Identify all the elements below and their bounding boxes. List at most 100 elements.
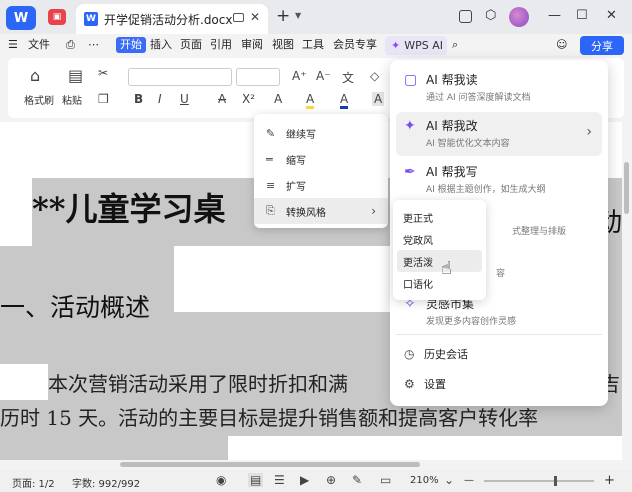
ai-read-item[interactable]: ▢ AI 帮我读 通过 AI 问答深度解读文档 xyxy=(396,66,602,110)
history-link[interactable]: ◷ 历史会话 xyxy=(404,346,468,362)
zoom-out-button[interactable]: — xyxy=(464,475,474,486)
zoom-slider[interactable] xyxy=(484,476,594,486)
save-icon[interactable]: ⎙ xyxy=(66,37,75,53)
scroll-thumb[interactable] xyxy=(120,462,420,467)
horizontal-scrollbar[interactable] xyxy=(0,460,632,470)
menu-insert[interactable]: 插入 xyxy=(150,37,172,53)
ai-edit-item[interactable]: ✦ AI 帮我改 AI 智能优化文本内容 › xyxy=(396,112,602,156)
ai-item-desc: 发现更多内容创作灵感 xyxy=(426,317,517,327)
zoom-level[interactable]: 210% xyxy=(410,475,439,486)
menu-item-shorten[interactable]: ═ 缩写 xyxy=(254,146,388,172)
edit-ai-icon: ✦ xyxy=(404,118,416,134)
menu-page[interactable]: 页面 xyxy=(180,37,202,53)
word-count[interactable]: 字数: 992/992 xyxy=(72,475,140,490)
style-lively[interactable]: 更活泼 xyxy=(397,250,482,272)
menu-item-label: 转换风格 xyxy=(286,207,326,219)
vertical-scrollbar[interactable] xyxy=(622,122,632,460)
document-title: **儿童学习桌 xyxy=(32,190,226,228)
avatar[interactable] xyxy=(509,7,529,27)
decrease-font-icon[interactable]: A⁻ xyxy=(316,69,331,83)
paste-button[interactable]: 粘贴 xyxy=(62,92,82,107)
italic-button[interactable]: I xyxy=(158,92,162,106)
wps-ai-icon: ✦ xyxy=(391,39,401,52)
page-view-icon[interactable]: ▤ xyxy=(248,473,264,487)
ai-write-item[interactable]: ✒ AI 帮我写 AI 根据主题创作，如生成大纲 xyxy=(396,158,602,202)
menu-view[interactable]: 视图 xyxy=(272,37,294,53)
zoom-in-button[interactable]: + xyxy=(604,473,615,488)
font-size-select[interactable] xyxy=(236,68,280,86)
close-window-icon[interactable]: ✕ xyxy=(606,8,617,23)
format-painter-button[interactable]: 格式刷 xyxy=(24,92,54,107)
pdf-app-icon[interactable]: ▣ xyxy=(48,9,66,25)
style-colloquial[interactable]: 口语化 xyxy=(397,272,482,294)
char-shading-button[interactable]: A xyxy=(372,92,385,106)
format-painter-icon[interactable]: ⌂ xyxy=(30,66,40,85)
search-icon[interactable]: ⌕ xyxy=(452,37,458,53)
zoom-slider-handle[interactable] xyxy=(554,476,557,486)
style-submenu: 更正式 党政风 更活泼 口语化 xyxy=(393,200,486,300)
ai-item-title: AI 帮我读 xyxy=(426,73,478,87)
menu-file[interactable]: 文件 xyxy=(28,37,50,53)
wps-ai-button[interactable]: ✦ WPS AI xyxy=(385,36,447,55)
minimize-icon[interactable]: — xyxy=(548,8,561,23)
maximize-icon[interactable]: ☐ xyxy=(576,8,588,23)
paste-icon[interactable]: ▤ xyxy=(68,66,83,85)
scroll-thumb[interactable] xyxy=(624,162,629,214)
outline-view-icon[interactable]: ☰ xyxy=(274,473,285,487)
menu-item-expand[interactable]: ≡ 扩写 xyxy=(254,172,388,198)
menu-review[interactable]: 审阅 xyxy=(241,37,263,53)
more-icon[interactable]: ⋯ xyxy=(88,37,99,53)
page-indicator[interactable]: 页面: 1/2 xyxy=(12,475,55,490)
scissors-icon[interactable]: ✂ xyxy=(98,66,108,80)
share-button[interactable]: 分享 xyxy=(580,36,624,55)
font-color-button[interactable]: A xyxy=(340,92,349,109)
chevron-down-icon[interactable]: ▼ xyxy=(295,11,301,20)
clock-icon: ◷ xyxy=(404,347,415,361)
underline-button[interactable]: U xyxy=(180,92,189,106)
menu-member[interactable]: 会员专享 xyxy=(333,37,377,53)
new-tab-icon[interactable]: + xyxy=(276,6,290,26)
page-background xyxy=(174,246,396,312)
cube-icon[interactable]: ⬡ xyxy=(485,8,496,23)
document-tab[interactable]: W 开学促销活动分析.docx ✕ xyxy=(76,4,268,34)
text-effect-button[interactable]: A xyxy=(274,92,282,106)
copy-icon[interactable]: ❐ xyxy=(98,92,109,106)
clear-format-icon[interactable]: ◇ xyxy=(370,69,379,83)
strikethrough-button[interactable]: A xyxy=(218,92,226,106)
tab-manager-icon[interactable] xyxy=(459,10,472,23)
chevron-down-icon[interactable]: ⌄ xyxy=(444,473,454,487)
web-view-icon[interactable]: ⊕ xyxy=(326,473,336,487)
read-view-icon[interactable]: ▶ xyxy=(300,473,309,487)
menu-item-label: 扩写 xyxy=(286,181,306,193)
window-icon[interactable] xyxy=(233,13,244,22)
chevron-right-icon: › xyxy=(371,204,376,218)
menu-item-label: 缩写 xyxy=(286,155,306,167)
wps-ai-label: WPS AI xyxy=(404,39,443,52)
style-official[interactable]: 党政风 xyxy=(397,228,482,250)
menu-icon[interactable]: ☰ xyxy=(8,37,18,53)
bold-button[interactable]: B xyxy=(134,92,143,106)
pen-mode-icon[interactable]: ✎ xyxy=(352,473,362,487)
font-family-select[interactable] xyxy=(128,68,232,86)
menu-item-continue-writing[interactable]: ✎ 继续写 xyxy=(254,120,388,146)
menu-home[interactable]: 开始 xyxy=(116,37,146,53)
phonetic-icon[interactable]: 文 xyxy=(342,69,354,86)
wps-logo[interactable]: W xyxy=(6,6,36,30)
menu-item-convert-style[interactable]: ⎘ 转换风格 › xyxy=(254,198,388,224)
increase-font-icon[interactable]: A⁺ xyxy=(292,69,307,83)
chat-icon[interactable]: ☺ xyxy=(556,37,567,53)
highlight-button[interactable]: A xyxy=(306,92,315,109)
style-formal[interactable]: 更正式 xyxy=(397,206,482,228)
eye-icon[interactable]: ◉ xyxy=(216,473,226,487)
close-tab-icon[interactable]: ✕ xyxy=(250,10,260,24)
ai-item-desc: AI 根据主题创作，如生成大纲 xyxy=(426,185,546,195)
style-icon: ⎘ xyxy=(266,204,275,217)
layout-icon[interactable]: ▭ xyxy=(380,473,391,487)
settings-label: 设置 xyxy=(424,378,446,391)
lines-icon: ═ xyxy=(266,152,273,166)
menu-tools[interactable]: 工具 xyxy=(302,37,324,53)
menu-references[interactable]: 引用 xyxy=(210,37,232,53)
superscript-button[interactable]: X² xyxy=(242,92,255,106)
divider xyxy=(396,334,602,335)
settings-link[interactable]: ⚙ 设置 xyxy=(404,376,446,392)
